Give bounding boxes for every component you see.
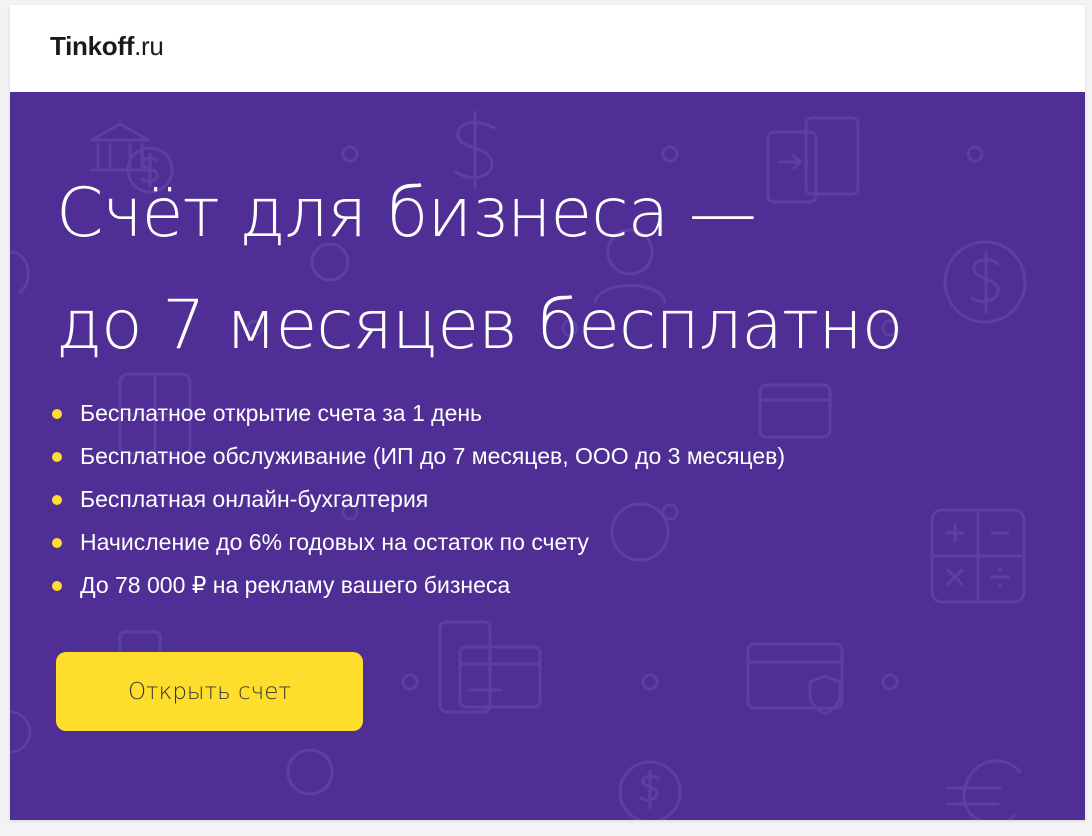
bullet-dot-icon [52, 581, 62, 591]
shield-icon [746, 642, 844, 716]
benefit-text: Бесплатное открытие счета за 1 день [80, 400, 483, 426]
ad-card: Tinkoff.ru Счёт для бизнеса — до 7 месяц… [10, 5, 1085, 820]
person-icon [286, 748, 334, 796]
promo-banner[interactable]: Счёт для бизнеса — до 7 месяцев бесплатн… [10, 92, 1085, 820]
bullet-dot-icon [52, 452, 62, 462]
coin-icon [618, 760, 682, 820]
dollar-icon [943, 240, 1027, 324]
benefit-text: До 78 000 ₽ на рекламу вашего бизнеса [80, 572, 511, 598]
euro-icon [946, 759, 1022, 820]
headline: Счёт для бизнеса — до 7 месяцев бесплатн… [56, 158, 903, 382]
benefit-text: Бесплатное обслуживание (ИП до 7 месяцев… [80, 443, 786, 469]
benefit-text: Начисление до 6% годовых на остаток по с… [80, 529, 589, 555]
benefit-item: Бесплатная онлайн-бухгалтерия [50, 478, 785, 521]
tablet-icon [438, 620, 492, 714]
tinkoff-logo[interactable]: Tinkoff.ru [50, 31, 164, 62]
bullet-dot-icon [52, 495, 62, 505]
benefits-list: Бесплатное открытие счета за 1 день Бесп… [50, 392, 785, 607]
benefit-item: Бесплатное обслуживание (ИП до 7 месяцев… [50, 435, 785, 478]
credit-card-icon [458, 645, 542, 709]
logo-brand: Tinkoff [50, 31, 135, 61]
open-account-button[interactable]: Открыть счет [56, 652, 363, 731]
benefit-item: Начисление до 6% годовых на остаток по с… [50, 521, 785, 564]
header: Tinkoff.ru [10, 5, 1085, 92]
bullet-dot-icon [52, 409, 62, 419]
benefit-item: Бесплатное открытие счета за 1 день [50, 392, 785, 435]
bullet-dot-icon [52, 538, 62, 548]
benefit-text: Бесплатная онлайн-бухгалтерия [80, 486, 429, 512]
headline-line-1: Счёт для бизнеса — [56, 174, 757, 253]
benefit-item: До 78 000 ₽ на рекламу вашего бизнеса [50, 564, 785, 607]
headline-line-2: до 7 месяцев бесплатно [56, 286, 903, 365]
logo-tld: .ru [134, 31, 164, 61]
calculator-icon [930, 508, 1026, 604]
